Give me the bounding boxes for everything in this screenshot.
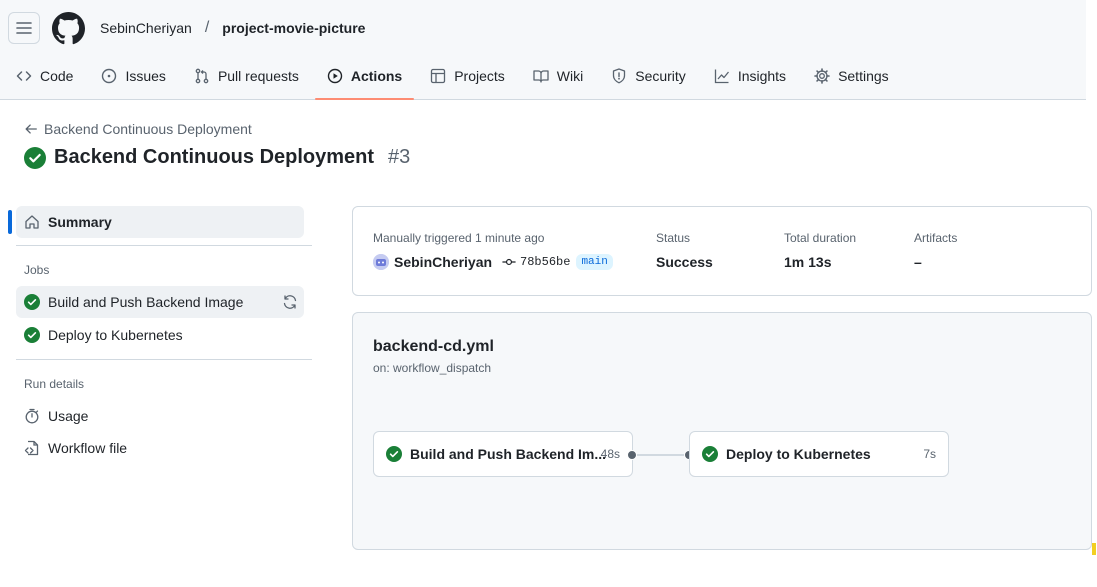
artifacts-label: Artifacts — [914, 231, 958, 245]
sidebar-summary-label: Summary — [48, 214, 112, 230]
tab-security-label: Security — [635, 68, 686, 84]
branch-badge[interactable]: main — [576, 254, 613, 270]
check-circle-icon — [386, 446, 402, 462]
repo-nav-tabs: Code Issues Pull requests Actions Projec… — [0, 58, 901, 100]
check-circle-icon — [24, 294, 40, 310]
run-title-text: Backend Continuous Deployment — [54, 146, 375, 168]
tab-code[interactable]: Code — [4, 58, 85, 94]
trigger-column: Manually triggered 1 minute ago SebinChe… — [373, 231, 613, 270]
tab-code-label: Code — [40, 68, 74, 84]
sidebar-jobs-heading: Jobs — [24, 263, 50, 277]
sidebar-job-build-push[interactable]: Build and Push Backend Image — [16, 286, 304, 318]
tab-issues[interactable]: Issues — [89, 58, 177, 94]
graph-icon — [714, 69, 729, 84]
artifacts-column: Artifacts – — [914, 231, 957, 270]
tab-actions-label: Actions — [350, 68, 403, 84]
stopwatch-icon — [25, 408, 39, 424]
scroll-marker — [1092, 543, 1096, 555]
back-link-label: Backend Continuous Deployment — [44, 121, 252, 137]
home-icon — [25, 215, 39, 229]
workflow-graph: backend-cd.yml on: workflow_dispatch Bui… — [352, 312, 1092, 550]
job-connector-dot — [627, 450, 637, 460]
tab-issues-label: Issues — [125, 68, 166, 84]
github-logo-icon[interactable] — [52, 12, 85, 45]
tab-pull-requests[interactable]: Pull requests — [182, 58, 311, 94]
duration-label: Total duration — [784, 231, 857, 245]
trigger-value: SebinCheriyan 78b56be main — [373, 254, 613, 270]
status-value: Success — [656, 254, 713, 270]
tab-security[interactable]: Security — [599, 58, 698, 94]
sidebar-divider — [16, 359, 312, 360]
sidebar-job-deploy[interactable]: Deploy to Kubernetes — [16, 319, 304, 351]
repo-owner-link[interactable]: SebinCheriyan — [100, 20, 192, 36]
graph-job-deploy[interactable]: Deploy to Kubernetes 7s — [689, 431, 949, 477]
graph-job-label: Deploy to Kubernetes — [726, 446, 871, 462]
tab-wiki[interactable]: Wiki — [521, 58, 595, 94]
commit-link[interactable]: 78b56be — [502, 255, 570, 269]
arrow-left-icon — [25, 124, 37, 134]
sidebar-item-usage[interactable]: Usage — [16, 400, 304, 432]
sidebar-job-label: Build and Push Backend Image — [48, 294, 244, 310]
tab-wiki-label: Wiki — [556, 68, 584, 84]
sidebar-divider — [16, 245, 312, 246]
repo-breadcrumb: SebinCheriyan / project-movie-picture — [100, 19, 365, 37]
actor-link[interactable]: SebinCheriyan — [394, 254, 492, 270]
graph-job-duration: 7s — [923, 447, 936, 461]
run-title: Backend Continuous Deployment #3 — [24, 146, 410, 169]
play-icon — [327, 68, 343, 84]
pull-request-icon — [195, 68, 209, 84]
hamburger-menu-button[interactable] — [8, 12, 40, 44]
hamburger-icon — [16, 22, 32, 34]
breadcrumb-separator: / — [204, 19, 210, 36]
graph-job-build-push[interactable]: Build and Push Backend Im... 48s — [373, 431, 633, 477]
repo-name-link[interactable]: project-movie-picture — [222, 20, 365, 36]
sidebar-workflow-file-label: Workflow file — [48, 440, 128, 456]
status-column: Status Success — [656, 231, 713, 270]
active-indicator — [8, 210, 12, 234]
workflow-trigger: on: workflow_dispatch — [373, 361, 492, 375]
tab-insights-label: Insights — [737, 68, 787, 84]
graph-job-duration: 48s — [600, 447, 620, 461]
tab-settings-label: Settings — [838, 68, 889, 84]
check-circle-icon — [24, 327, 40, 343]
artifacts-value: – — [914, 254, 922, 270]
check-circle-icon — [24, 146, 46, 169]
sidebar-run-details-heading: Run details — [24, 377, 85, 391]
code-icon — [16, 71, 32, 81]
issue-icon — [102, 68, 117, 84]
file-code-icon — [24, 440, 39, 456]
back-to-workflow-link[interactable]: Backend Continuous Deployment — [24, 121, 252, 137]
sync-icon[interactable] — [282, 294, 298, 310]
run-number: #3 — [388, 146, 411, 168]
book-icon — [533, 70, 549, 83]
run-summary-card: Manually triggered 1 minute ago SebinChe… — [352, 206, 1092, 296]
tab-projects[interactable]: Projects — [418, 58, 517, 94]
tab-settings[interactable]: Settings — [802, 58, 901, 94]
sidebar-item-workflow-file[interactable]: Workflow file — [16, 432, 304, 464]
check-circle-icon — [702, 446, 718, 462]
sidebar-job-label: Deploy to Kubernetes — [48, 327, 183, 343]
shield-icon — [613, 68, 626, 84]
duration-value: 1m 13s — [784, 254, 832, 270]
sidebar-item-summary[interactable]: Summary — [8, 206, 304, 238]
status-label: Status — [656, 231, 691, 245]
tab-projects-label: Projects — [454, 68, 505, 84]
tab-pull-requests-label: Pull requests — [217, 68, 299, 84]
duration-column: Total duration 1m 13s — [784, 231, 856, 270]
gear-icon — [814, 68, 830, 84]
job-connector-line — [633, 454, 689, 456]
trigger-label: Manually triggered 1 minute ago — [373, 231, 545, 245]
graph-job-label: Build and Push Backend Im... — [410, 446, 607, 462]
commit-sha: 78b56be — [520, 255, 571, 269]
tab-actions[interactable]: Actions — [314, 58, 415, 100]
table-icon — [431, 68, 446, 84]
sidebar-usage-label: Usage — [48, 408, 89, 424]
avatar[interactable] — [373, 254, 389, 270]
repo-header: SebinCheriyan / project-movie-picture Co… — [0, 0, 1086, 100]
workflow-file-name[interactable]: backend-cd.yml — [373, 338, 494, 356]
git-commit-icon — [502, 258, 516, 266]
tab-insights[interactable]: Insights — [702, 58, 798, 94]
